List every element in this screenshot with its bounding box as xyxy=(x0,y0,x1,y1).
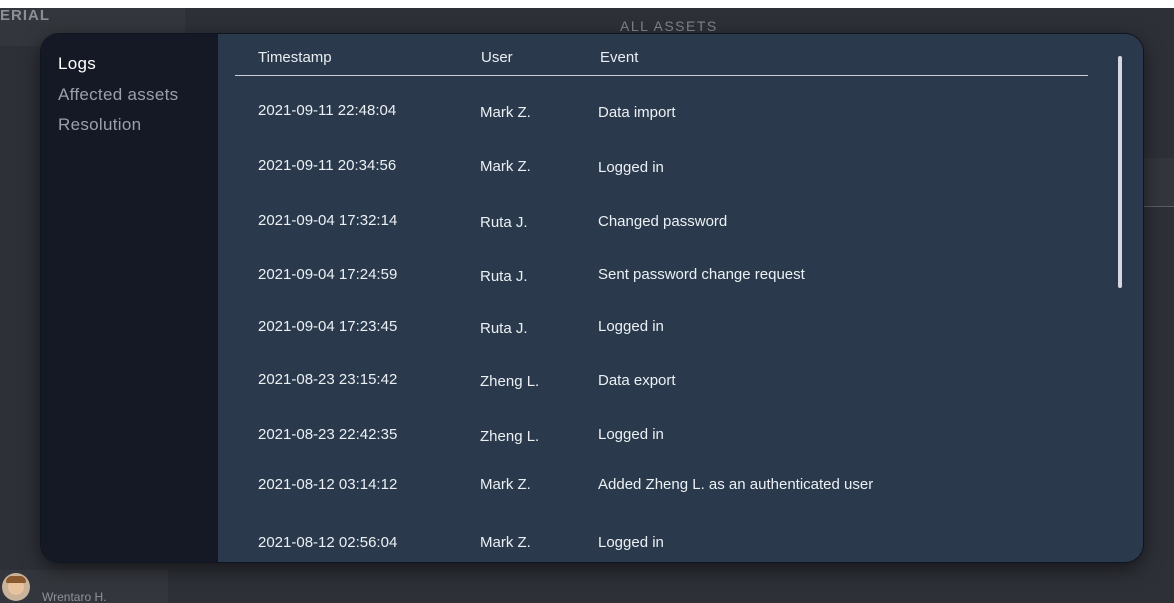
table-row[interactable]: 2021-08-23 23:15:42 Zheng L. Data export xyxy=(218,354,1118,408)
user-name: Wrentaro H. xyxy=(42,590,107,603)
cell-event: Logged in xyxy=(598,534,664,551)
brand-name: ERIAL xyxy=(0,8,50,24)
table-row[interactable]: 2021-08-23 22:42:35 Zheng L. Logged in xyxy=(218,408,1118,462)
cell-event: Changed password xyxy=(598,213,728,230)
scrollbar-thumb[interactable] xyxy=(1118,56,1122,288)
cell-timestamp: 2021-08-23 22:42:35 xyxy=(258,426,398,443)
table-row[interactable]: 2021-09-11 22:48:04 Mark Z. Data import xyxy=(218,84,1118,138)
sidebar-item-logs[interactable]: Logs xyxy=(41,51,218,77)
background-panel xyxy=(1143,158,1174,207)
cell-timestamp: 2021-09-11 20:34:56 xyxy=(258,157,397,174)
cell-timestamp: 2021-09-04 17:32:14 xyxy=(258,212,398,229)
cell-timestamp: 2021-08-23 23:15:42 xyxy=(258,371,398,388)
column-header-timestamp[interactable]: Timestamp xyxy=(258,49,332,66)
cell-user: Mark Z. xyxy=(480,104,531,121)
page-heading: ALL ASSETS xyxy=(620,18,718,34)
cell-user: Ruta J. xyxy=(480,214,528,231)
cell-timestamp: 2021-09-04 17:23:45 xyxy=(258,318,398,335)
incident-details-modal: Logs Affected assets Resolution Timestam… xyxy=(41,34,1143,562)
cell-event: Added Zheng L. as an authenticated user xyxy=(598,476,874,493)
cell-timestamp: 2021-09-11 22:48:04 xyxy=(258,102,397,119)
logs-table: Timestamp User Event 2021-09-11 22:48:04… xyxy=(218,34,1143,562)
cell-event: Sent password change request xyxy=(598,266,805,283)
sidebar-item-resolution[interactable]: Resolution xyxy=(41,110,218,140)
table-row[interactable]: 2021-09-04 17:24:59 Ruta J. Sent password … xyxy=(218,246,1118,300)
cell-event: Logged in xyxy=(598,159,664,176)
cell-user: Mark Z. xyxy=(480,158,531,175)
cell-user: Ruta J. xyxy=(480,268,528,285)
scrollbar[interactable] xyxy=(1116,56,1124,550)
cell-event: Data export xyxy=(598,372,676,389)
table-row[interactable]: 2021-08-12 02:56:04 Mark Z. Logged in xyxy=(218,516,1118,562)
cell-event: Data import xyxy=(598,104,676,121)
cell-user: Mark Z. xyxy=(480,534,531,551)
sidebar-item-affected-assets[interactable]: Affected assets xyxy=(41,80,218,110)
avatar[interactable] xyxy=(2,573,30,601)
table-row[interactable]: 2021-09-04 17:23:45 Ruta J. Logged in xyxy=(218,300,1118,354)
modal-sidebar: Logs Affected assets Resolution xyxy=(41,34,218,562)
table-row[interactable]: 2021-09-11 20:34:56 Mark Z. Logged in xyxy=(218,138,1118,192)
cell-timestamp: 2021-08-12 02:56:04 xyxy=(258,534,398,551)
cell-user: Mark Z. xyxy=(480,476,531,493)
column-header-user[interactable]: User xyxy=(481,49,513,66)
table-header: Timestamp User Event xyxy=(235,34,1088,76)
cell-timestamp: 2021-09-04 17:24:59 xyxy=(258,266,398,283)
table-row[interactable]: 2021-09-04 17:32:14 Ruta J. Changed passwo… xyxy=(218,192,1118,246)
cell-user: Zheng L. xyxy=(480,428,540,445)
table-row[interactable]: 2021-08-12 03:14:12 Mark Z. Added Zheng L.… xyxy=(218,462,1118,516)
app-screen: ERIAL ALL ASSETS Wrentaro H. Logs Affect… xyxy=(0,0,1174,603)
cell-user: Ruta J. xyxy=(480,320,528,337)
top-bar xyxy=(0,0,1174,8)
cell-event: Logged in xyxy=(598,426,664,443)
cell-user: Zheng L. xyxy=(480,373,540,390)
column-header-event[interactable]: Event xyxy=(600,49,638,66)
cell-timestamp: 2021-08-12 03:14:12 xyxy=(258,476,398,493)
cell-event: Logged in xyxy=(598,318,664,335)
